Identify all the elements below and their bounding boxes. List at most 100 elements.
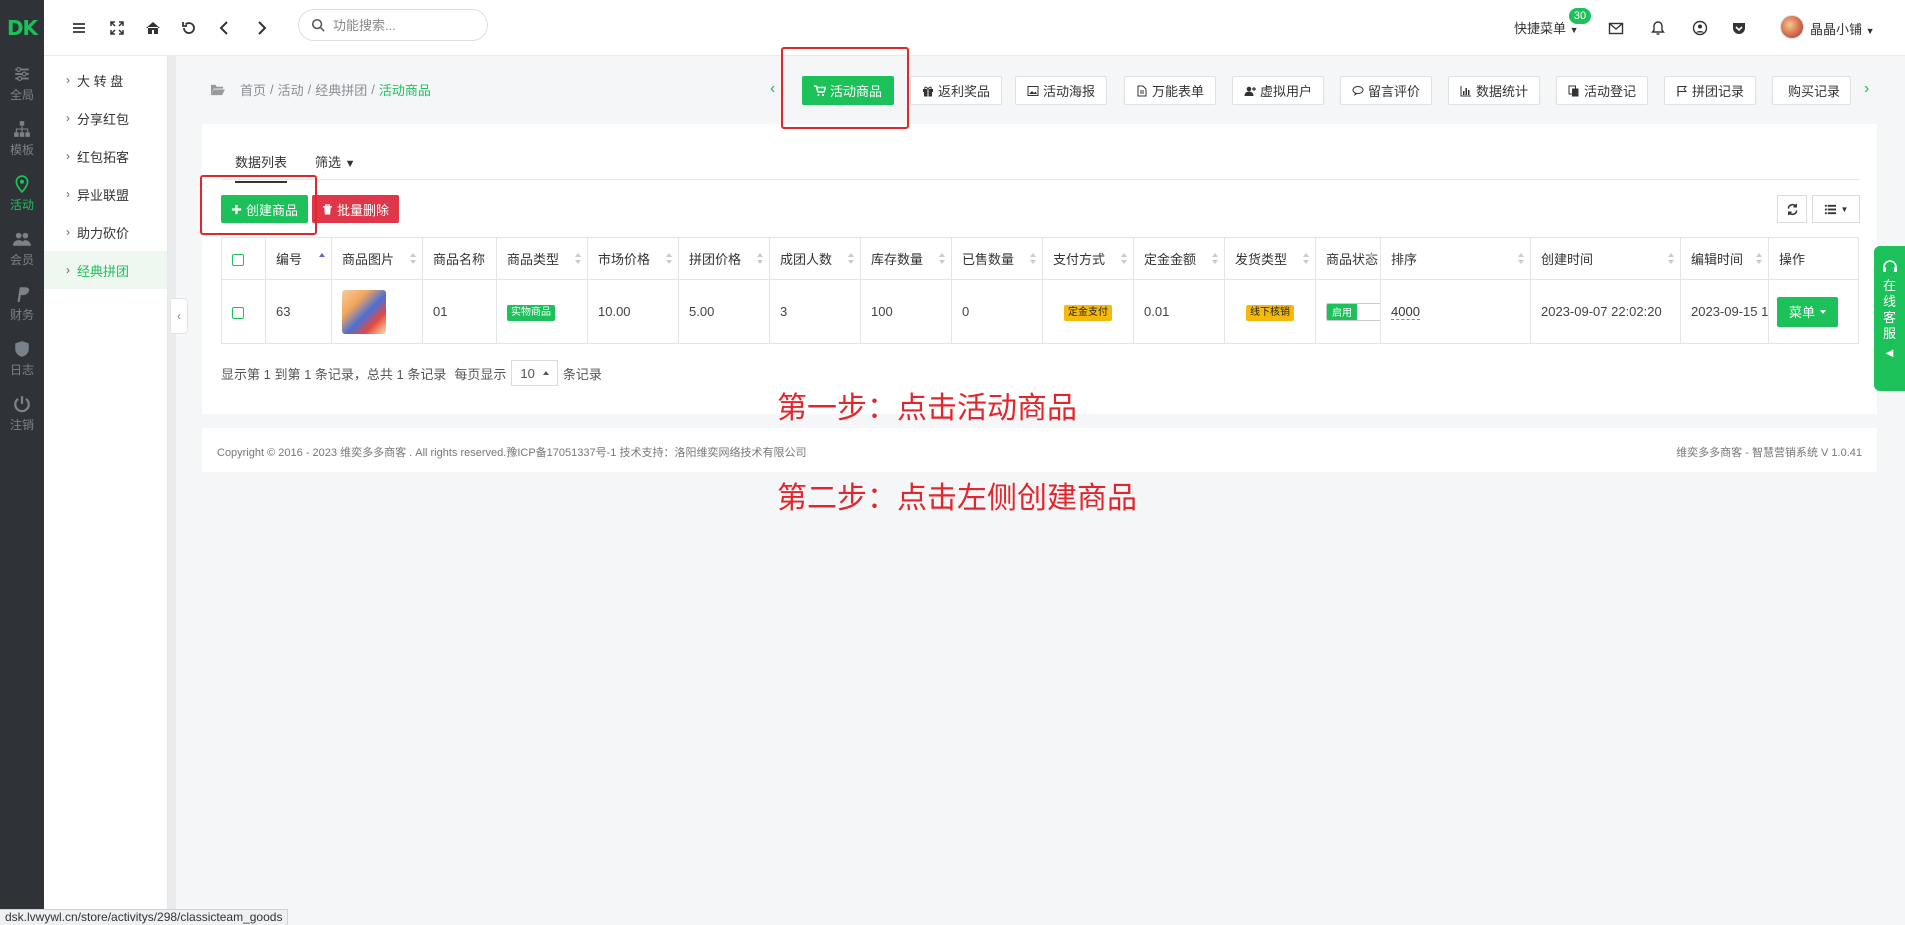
app-logo[interactable]: DK: [0, 0, 44, 56]
status-bar-url: dsk.lvwywl.cn/store/activitys/298/classi…: [0, 909, 289, 925]
sort-icon: [1121, 253, 1127, 265]
collapse-sidebar-button[interactable]: ‹: [170, 298, 188, 334]
rail-item-log[interactable]: 日志: [0, 331, 44, 386]
column-header[interactable]: 创建时间: [1530, 237, 1681, 280]
quick-menu-dropdown[interactable]: 快捷菜单 ▼: [1514, 18, 1579, 37]
breadcrumb: 首页 / 活动 / 经典拼团 / 活动商品: [210, 80, 431, 99]
column-header[interactable]: 商品图片: [331, 237, 423, 280]
caret-down-icon: [1820, 309, 1827, 314]
bell-icon[interactable]: [1647, 17, 1669, 39]
tab-activity-registration[interactable]: 活动登记: [1556, 76, 1649, 105]
menu-toggle-icon[interactable]: [68, 17, 90, 39]
chevron-left-icon: ‹: [177, 309, 181, 323]
back-icon[interactable]: [214, 17, 236, 39]
row-checkbox[interactable]: [232, 306, 244, 319]
sort-icon: [848, 253, 854, 265]
user-menu[interactable]: 晶晶小铺 ▼: [1810, 19, 1875, 38]
forward-icon[interactable]: [250, 17, 272, 39]
select-all-checkbox[interactable]: [232, 253, 244, 266]
submenu-item-share-redpack[interactable]: › 分享红包: [44, 99, 167, 137]
cell-market-price: 10.00: [587, 279, 679, 344]
goods-thumbnail[interactable]: [342, 289, 386, 334]
submenu-item-classic-group[interactable]: › 经典拼团: [44, 251, 167, 289]
tools-scroll-left-icon[interactable]: ‹: [770, 80, 775, 98]
tab-group-records[interactable]: 拼团记录: [1664, 76, 1757, 105]
sort-icon: [1518, 253, 1524, 265]
submenu-item-wheel[interactable]: › 大 转 盘: [44, 61, 167, 99]
breadcrumb-activity[interactable]: 活动: [278, 80, 304, 99]
columns-toggle-button[interactable]: ▼: [1812, 195, 1860, 223]
tab-rebate-prizes[interactable]: 返利奖品: [910, 76, 1003, 105]
fullscreen-icon[interactable]: [106, 17, 128, 39]
column-header[interactable]: 商品状态: [1315, 237, 1381, 280]
sort-icon: [666, 253, 672, 265]
mail-icon[interactable]: [1605, 17, 1627, 39]
tab-activity-poster[interactable]: 活动海报: [1015, 76, 1108, 105]
refresh-table-button[interactable]: [1777, 195, 1807, 223]
breadcrumb-classic-group[interactable]: 经典拼团: [315, 80, 367, 99]
rail-item-members[interactable]: 会员: [0, 221, 44, 276]
cell-sort[interactable]: 4000: [1380, 279, 1531, 344]
top-bar: 快捷菜单 ▼ 30 晶晶小铺 ▼: [44, 0, 1905, 56]
cell-status[interactable]: 启用: [1315, 279, 1381, 344]
tabs-divider: [221, 179, 1860, 180]
status-toggle[interactable]: 启用: [1326, 302, 1380, 321]
submenu-item-redpack-acquire[interactable]: › 红包拓客: [44, 137, 167, 175]
row-select-cell[interactable]: [221, 279, 266, 344]
sort-icon: [1030, 253, 1036, 265]
pagination-info: 显示第 1 到第 1 条记录，总共 1 条记录 每页显示 10 条记录: [221, 360, 602, 386]
sort-editable[interactable]: 4000: [1391, 304, 1420, 320]
footer: Copyright © 2016 - 2023 维奕多多商客 . All rig…: [202, 428, 1877, 472]
column-header[interactable]: 拼团价格: [678, 237, 770, 280]
chevron-right-icon: ›: [66, 73, 70, 87]
search-input[interactable]: [333, 17, 473, 33]
tab-purchase-records[interactable]: 购买记录: [1772, 76, 1851, 105]
cell-image[interactable]: [331, 279, 423, 344]
submenu-item-alliance[interactable]: › 异业联盟: [44, 175, 167, 213]
rail-item-logout[interactable]: 注销: [0, 386, 44, 441]
pocket-icon[interactable]: [1728, 17, 1750, 39]
list-icon: [1824, 204, 1836, 214]
map-pin-icon: [15, 174, 29, 193]
gift-icon: [923, 86, 933, 96]
refresh-icon[interactable]: [178, 17, 200, 39]
column-header[interactable]: 编号: [265, 237, 332, 280]
row-menu-button[interactable]: 菜单: [1777, 296, 1839, 327]
sort-icon: [757, 253, 763, 265]
avatar[interactable]: [1780, 15, 1804, 39]
column-header[interactable]: 定金金额: [1133, 237, 1225, 280]
submenu-scrollbar[interactable]: [168, 56, 176, 925]
column-header[interactable]: 市场价格: [587, 237, 679, 280]
online-service-widget[interactable]: 在线客服 ◀: [1874, 246, 1905, 391]
column-header[interactable]: 编辑时间: [1680, 237, 1769, 280]
column-header[interactable]: 库存数量: [860, 237, 952, 280]
paypal-icon: [17, 286, 30, 302]
user-plus-icon: [1244, 86, 1256, 96]
rail-item-activity[interactable]: 活动: [0, 166, 44, 221]
activity-submenu: › 大 转 盘 › 分享红包 › 红包拓客 › 异业联盟 › 助力砍价 › 经典拼团: [44, 56, 168, 925]
column-header[interactable]: 已售数量: [951, 237, 1043, 280]
submenu-item-bargain[interactable]: › 助力砍价: [44, 213, 167, 251]
rail-item-global[interactable]: 全局: [0, 56, 44, 111]
column-header[interactable]: 排序: [1380, 237, 1531, 280]
rail-item-finance[interactable]: 财务: [0, 276, 44, 331]
batch-delete-button[interactable]: 批量删除: [312, 195, 400, 223]
rail-item-template[interactable]: 模板: [0, 111, 44, 166]
column-header[interactable]: 成团人数: [769, 237, 861, 280]
page-size-select[interactable]: 10: [511, 360, 558, 386]
table-row[interactable]: 63 01 实物商品 10.00 5.00 3 100 0 定金支付 0.01 …: [221, 279, 1859, 344]
home-icon[interactable]: [142, 17, 164, 39]
breadcrumb-home[interactable]: 首页: [240, 80, 266, 99]
tools-scroll-right-icon[interactable]: ›: [1864, 80, 1869, 98]
column-header[interactable]: 支付方式: [1042, 237, 1134, 280]
column-header[interactable]: 发货类型: [1224, 237, 1316, 280]
folder-open-icon: [211, 84, 225, 96]
step2-annotation: 第二步：点击左侧创建商品: [777, 481, 1137, 516]
tab-statistics[interactable]: 数据统计: [1448, 76, 1541, 105]
tab-comments[interactable]: 留言评价: [1340, 76, 1433, 105]
user-circle-icon[interactable]: [1689, 17, 1711, 39]
tab-universal-form[interactable]: 万能表单: [1124, 76, 1217, 105]
tab-virtual-users[interactable]: 虚拟用户: [1232, 76, 1325, 105]
column-header[interactable]: 商品类型: [496, 237, 588, 280]
select-all-cell[interactable]: [221, 237, 266, 280]
